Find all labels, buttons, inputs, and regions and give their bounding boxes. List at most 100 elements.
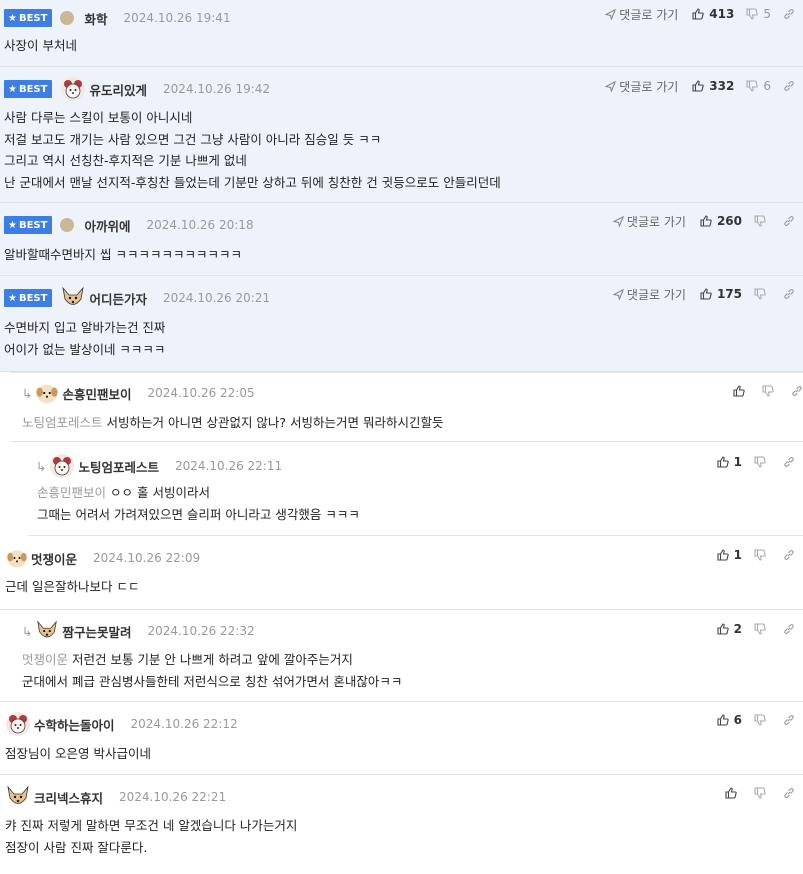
dislike-button[interactable]: 5 <box>746 7 771 21</box>
dislike-button[interactable] <box>754 623 771 635</box>
star-icon: ★ <box>8 292 17 304</box>
dislike-button[interactable] <box>754 549 771 561</box>
like-button[interactable]: 1 <box>717 548 742 562</box>
link-icon <box>784 624 794 634</box>
comment-body: 멋쟁이운 저런건 보통 기분 안 나쁘게 하려고 앞에 깔아주는거지 군대에서 … <box>22 652 403 689</box>
comment-body: 수면바지 입고 알바가는건 진짜 어이가 없는 발상이네 ㅋㅋㅋㅋ <box>4 320 166 357</box>
comment-list: ★ BEST 화학 2024.10.26 19:41 댓글로 가기 413 5 사… <box>0 0 803 869</box>
like-button[interactable]: 413 <box>692 7 734 21</box>
like-button[interactable]: 175 <box>700 287 742 301</box>
like-button[interactable]: 1 <box>717 455 742 469</box>
dislike-button[interactable] <box>754 288 771 300</box>
thumbs-up-icon <box>717 456 729 468</box>
thumbs-up-icon <box>733 385 745 397</box>
comment-date: 2024.10.26 22:32 <box>147 624 255 638</box>
thumbs-down-icon <box>762 385 774 397</box>
share-button[interactable] <box>783 456 795 468</box>
mention-user[interactable]: 멋쟁이운 <box>22 652 68 667</box>
comment-body: 캬 진짜 저렇게 말하면 무조건 네 알겠습니다 나가는거지 점장이 사람 진짜… <box>5 818 298 855</box>
thumbs-up-icon <box>700 288 712 300</box>
like-count: 1 <box>733 455 742 469</box>
like-button[interactable] <box>725 787 742 799</box>
star-icon: ★ <box>8 12 17 24</box>
like-button[interactable]: 260 <box>700 214 742 228</box>
share-button[interactable] <box>783 549 795 561</box>
share-button[interactable] <box>783 80 795 92</box>
mention-user[interactable]: 노팅엄포레스트 <box>22 415 103 430</box>
share-button[interactable] <box>783 714 795 726</box>
go-to-reply-link[interactable]: 댓글로 가기 <box>612 213 686 230</box>
go-to-reply-link[interactable]: 댓글로 가기 <box>605 6 678 23</box>
go-to-reply-link[interactable]: 댓글로 가기 <box>612 286 686 303</box>
avatar[interactable] <box>60 285 86 311</box>
thumbs-up-icon <box>717 623 729 635</box>
send-icon <box>612 215 624 227</box>
thumbs-down-icon <box>754 623 766 635</box>
like-count: 332 <box>709 79 735 93</box>
link-icon <box>784 715 794 725</box>
share-button[interactable] <box>783 288 795 300</box>
comment-author[interactable]: 짬구는못말려 <box>62 622 131 641</box>
avatar[interactable] <box>5 784 31 810</box>
like-button[interactable] <box>733 385 750 397</box>
link-icon <box>784 216 794 226</box>
comment-item: 멋쟁이운 2024.10.26 22:09 1 근데 일은잘하나보다 ㄷㄷ <box>0 536 803 610</box>
comment-date: 2024.10.26 20:21 <box>162 291 271 305</box>
dislike-button[interactable] <box>762 385 779 397</box>
like-count: 413 <box>709 7 735 21</box>
thumbs-up-icon <box>717 714 729 726</box>
comment-author[interactable]: 멋쟁이운 <box>31 549 77 568</box>
like-count: 6 <box>733 713 742 727</box>
comment-author[interactable]: 유도리있게 <box>89 80 147 99</box>
dislike-button[interactable] <box>754 215 771 227</box>
thumbs-down-icon <box>754 215 766 227</box>
comment-author[interactable]: 아까위에 <box>84 216 130 235</box>
avatar[interactable] <box>60 76 86 102</box>
dislike-button[interactable] <box>754 787 771 799</box>
like-button[interactable]: 6 <box>717 713 742 727</box>
comment-author[interactable]: 노팅엄포레스트 <box>78 457 159 476</box>
avatar[interactable] <box>35 381 59 405</box>
mention-user[interactable]: 손흥민팬보이 <box>37 485 106 500</box>
comment-author[interactable]: 크리넥스휴지 <box>34 788 103 807</box>
share-button[interactable] <box>783 8 795 20</box>
share-button[interactable] <box>783 623 795 635</box>
star-icon: ★ <box>8 83 17 95</box>
comment-body: 사람 다루는 스킬이 보통이 아니시네 저걸 보고도 개기는 사람 있으면 그건… <box>4 110 501 190</box>
comment-item: ★ BEST 아까위에 2024.10.26 20:18 댓글로 가기 260 알… <box>0 203 803 276</box>
like-count: 2 <box>733 622 742 636</box>
avatar[interactable] <box>49 453 75 479</box>
thumbs-down-icon <box>754 549 766 561</box>
share-button[interactable] <box>791 385 803 397</box>
avatar[interactable] <box>35 619 59 643</box>
comment-date: 2024.10.26 22:09 <box>93 551 201 565</box>
comment-author[interactable]: 수학하는돌아이 <box>34 715 115 734</box>
comment-author[interactable]: 손흥민팬보이 <box>62 384 131 403</box>
dislike-count: 6 <box>763 79 771 93</box>
comment-item: 수학하는돌아이 2024.10.26 22:12 6 점장님이 오은영 박사급이… <box>0 702 803 775</box>
comment-body: 점장님이 오은영 박사급이네 <box>5 746 151 761</box>
avatar[interactable] <box>60 218 75 232</box>
best-badge: ★ BEST <box>4 216 53 234</box>
comment-author[interactable]: 어디든가자 <box>89 289 147 308</box>
go-to-reply-link[interactable]: 댓글로 가기 <box>605 78 678 95</box>
reply-arrow-icon: ↳ <box>22 623 33 639</box>
comment-date: 2024.10.26 22:11 <box>175 459 283 473</box>
dislike-button[interactable]: 6 <box>746 79 771 93</box>
dislike-button[interactable] <box>754 456 771 468</box>
comment-item: ↳ 노팅엄포레스트 2024.10.26 22:11 1 손흥민팬보이 ㅇㅇ 홀… <box>28 442 803 536</box>
thumbs-down-icon <box>754 288 766 300</box>
like-button[interactable]: 2 <box>717 622 742 636</box>
comment-date: 2024.10.26 22:05 <box>147 386 255 400</box>
avatar[interactable] <box>5 711 31 737</box>
link-icon <box>784 788 794 798</box>
share-button[interactable] <box>783 215 795 227</box>
comment-author[interactable]: 화학 <box>84 9 107 28</box>
share-button[interactable] <box>783 787 795 799</box>
like-button[interactable]: 332 <box>692 79 734 93</box>
comment-date: 2024.10.26 20:18 <box>146 218 254 232</box>
star-icon: ★ <box>8 219 17 231</box>
avatar[interactable] <box>6 547 28 569</box>
dislike-button[interactable] <box>754 714 771 726</box>
avatar[interactable] <box>60 11 75 25</box>
